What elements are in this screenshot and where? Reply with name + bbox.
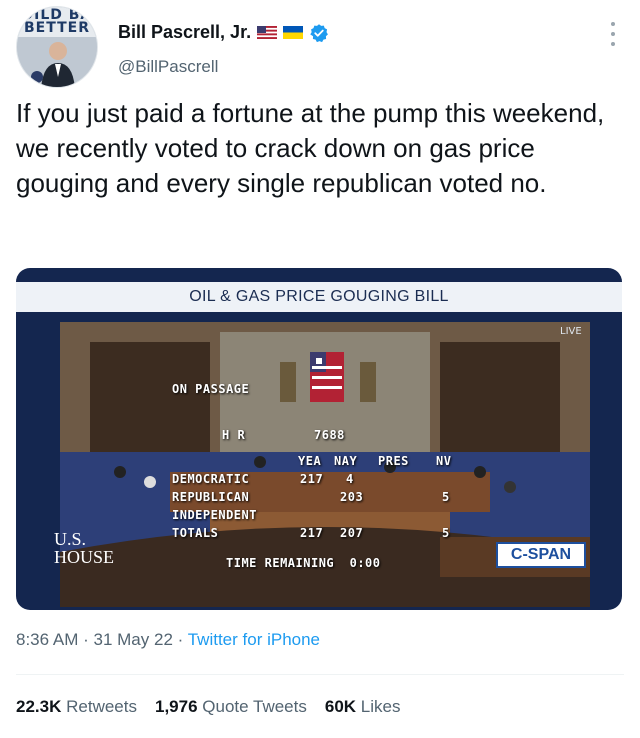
tweet-text: If you just paid a fortune at the pump t… xyxy=(16,98,605,198)
engagement-stats: 22.3K Retweets 1,976 Quote Tweets 60K Li… xyxy=(16,697,400,717)
quote-tweets-stat[interactable]: 1,976 Quote Tweets xyxy=(155,697,307,717)
tweet-timestamp-row: 8:36 AM · 31 May 22 · Twitter for iPhone xyxy=(16,630,320,650)
verified-badge-icon xyxy=(310,23,329,42)
tweet-media-image[interactable]: OIL & GAS PRICE GOUGING BILL LIVE ON PAS… xyxy=(16,268,622,610)
likes-stat[interactable]: 60K Likes xyxy=(325,697,401,717)
quote-tweets-label: Quote Tweets xyxy=(202,697,307,716)
media-title-banner: OIL & GAS PRICE GOUGING BILL xyxy=(16,282,622,312)
retweets-stat[interactable]: 22.3K Retweets xyxy=(16,697,137,717)
ukraine-flag-icon xyxy=(283,26,304,39)
row-republican-nv: 5 xyxy=(442,490,450,504)
bill-prefix: H R xyxy=(222,428,246,442)
likes-count: 60K xyxy=(324,697,357,716)
time-remaining: TIME REMAINING 0:00 xyxy=(226,556,381,570)
column-pres: PRES xyxy=(378,454,409,468)
retweets-label: Retweets xyxy=(66,697,137,716)
tweet-source-link[interactable]: Twitter for iPhone xyxy=(188,630,320,649)
bill-number: 7688 xyxy=(314,428,345,442)
column-nv: NV xyxy=(436,454,452,468)
tweet-time[interactable]: 8:36 AM xyxy=(16,630,78,649)
row-totals-yea: 217 xyxy=(300,526,324,540)
row-totals-label: TOTALS xyxy=(172,526,219,540)
more-options-icon[interactable] xyxy=(610,22,616,46)
row-democratic-party: DEMOCRATIC xyxy=(172,472,250,486)
cspan-logo: C-SPAN xyxy=(496,542,586,568)
row-independent-party: INDEPENDENT xyxy=(172,508,257,522)
avatar[interactable]: UILD BA BETTER xyxy=(16,6,98,88)
row-democratic-nay: 4 xyxy=(346,472,354,486)
on-passage-label: ON PASSAGE xyxy=(172,382,250,396)
us-house-logo: U.S. HOUSE xyxy=(54,530,114,566)
row-republican-party: REPUBLICAN xyxy=(172,490,250,504)
us-house-logo-line2: HOUSE xyxy=(54,547,115,567)
avatar-banner-text: UILD BA BETTER xyxy=(17,8,97,36)
display-name[interactable]: Bill Pascrell, Jr. xyxy=(118,22,251,43)
divider xyxy=(16,674,624,675)
us-flag-icon xyxy=(257,26,278,39)
retweets-count: 22.3K xyxy=(16,697,62,716)
row-totals-nv: 5 xyxy=(442,526,450,540)
meta-separator: · xyxy=(83,630,89,649)
row-totals-nay: 207 xyxy=(340,526,364,540)
column-nay: NAY xyxy=(334,454,358,468)
meta-separator: · xyxy=(177,630,184,649)
row-democratic-yea: 217 xyxy=(300,472,324,486)
quote-tweets-count: 1,976 xyxy=(154,697,198,716)
row-republican-nay: 203 xyxy=(340,490,364,504)
avatar-banner-line2: BETTER xyxy=(24,20,90,36)
tweet-date[interactable]: 31 May 22 xyxy=(94,630,173,649)
likes-label: Likes xyxy=(360,697,401,716)
author-name-row: Bill Pascrell, Jr. xyxy=(118,22,329,43)
live-indicator: LIVE xyxy=(560,326,582,337)
author-handle[interactable]: @BillPascrell xyxy=(118,57,218,77)
us-house-logo-line1: U.S. xyxy=(54,529,87,549)
column-yea: YEA xyxy=(298,454,322,468)
